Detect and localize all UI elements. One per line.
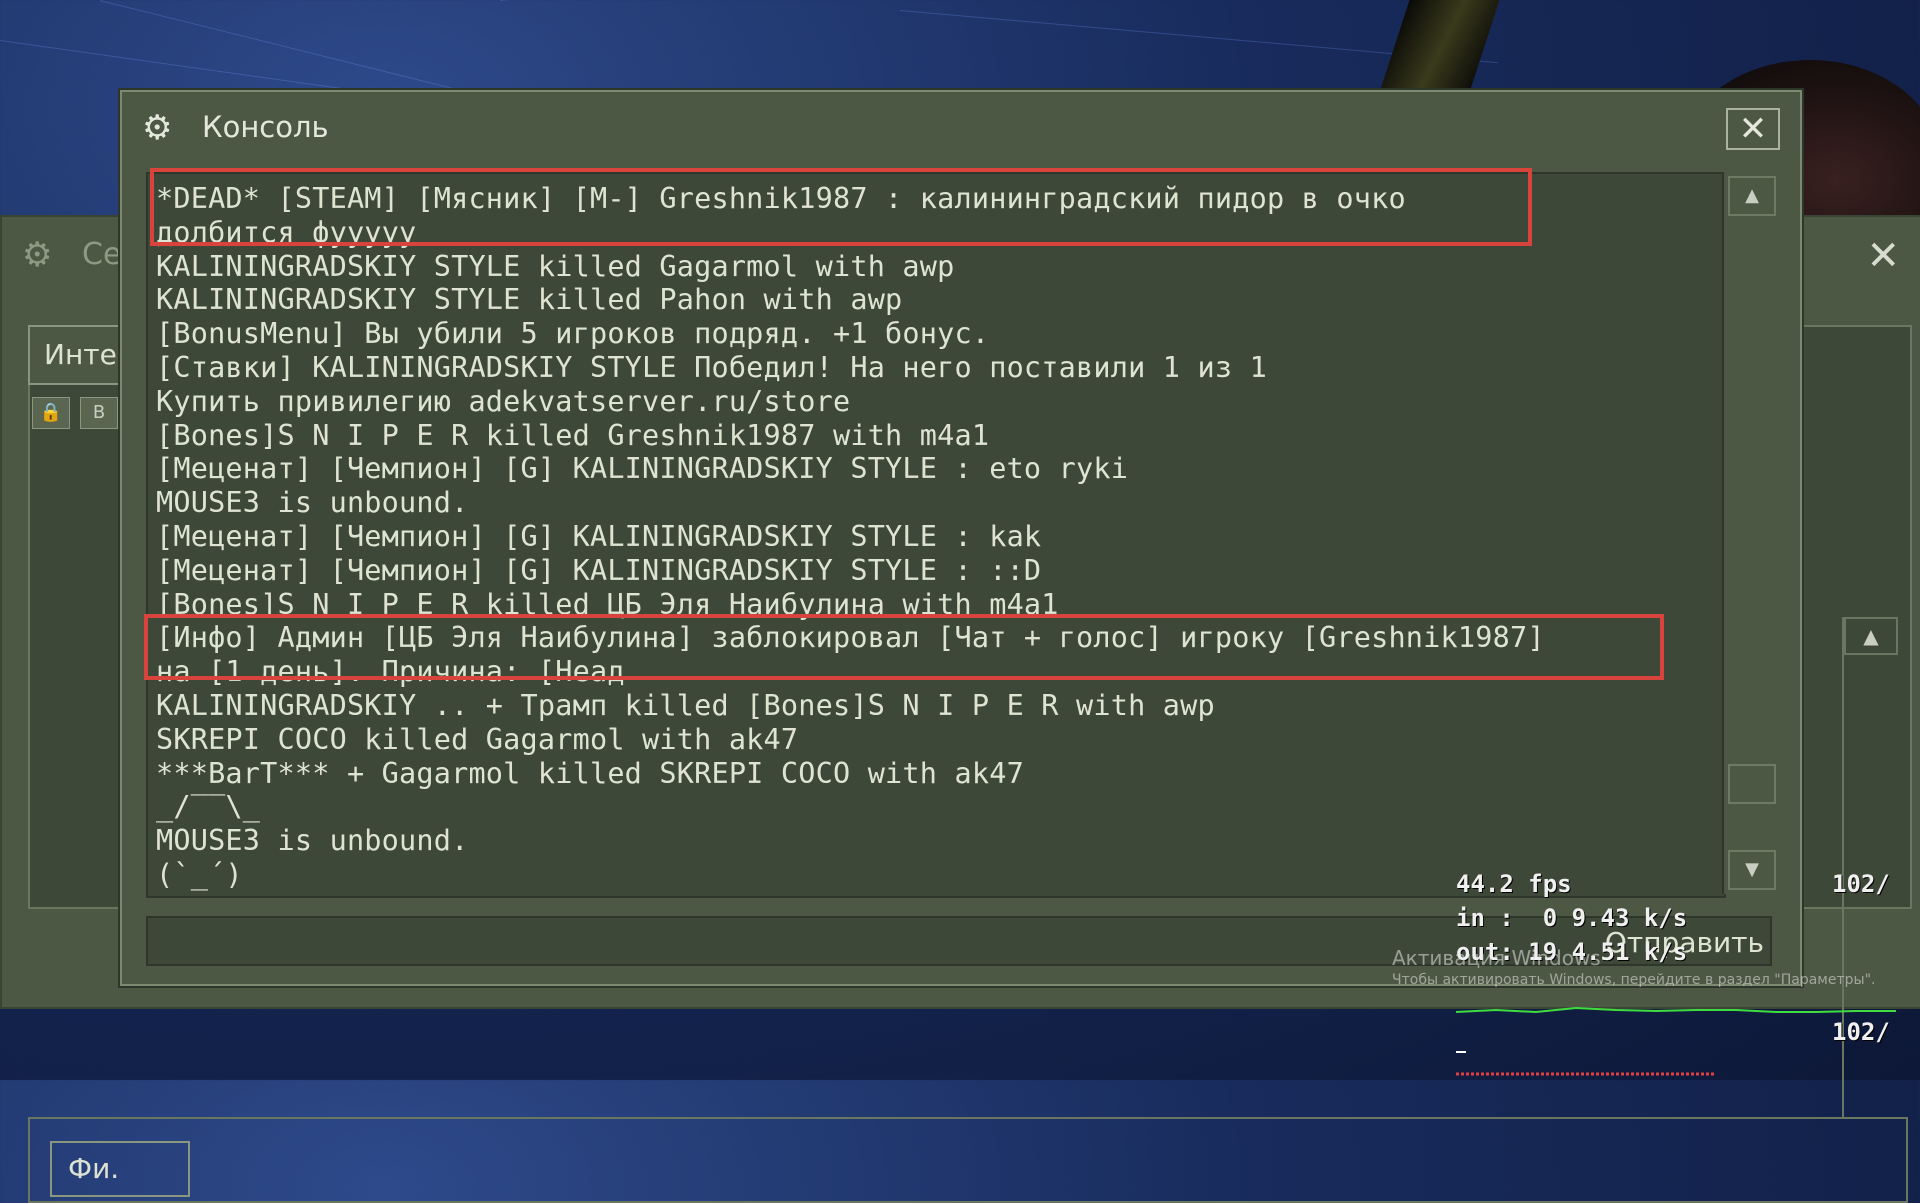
background-dialog-title: Се	[82, 237, 122, 272]
scroll-down-icon[interactable]: ▼	[1728, 850, 1776, 890]
log-line: (`_´)	[156, 857, 243, 891]
steam-icon: ⚙	[22, 235, 53, 275]
net-graph	[1456, 1006, 1896, 1076]
background-line	[500, 0, 1396, 1]
background-bottom-bar	[28, 1117, 1908, 1203]
scroll-up-icon[interactable]: ▲	[1728, 176, 1776, 216]
net-graph-line	[1456, 1006, 1896, 1014]
log-line: MOUSE3 is unbound.	[156, 486, 469, 520]
log-line: SKREPI COCO killed Gagarmol with ak47	[156, 722, 799, 756]
console-scrollbar[interactable]: ▲ ▼	[1722, 172, 1776, 894]
fps-counter: 44.2 fps	[1456, 870, 1572, 898]
log-line: MOUSE3 is unbound.	[156, 824, 469, 858]
close-icon[interactable]: ✕	[1726, 108, 1780, 150]
scroll-thumb[interactable]	[1728, 764, 1776, 804]
log-list: *DEAD* [STEAM] [Мясник] [M-] Greshnik198…	[156, 182, 1545, 896]
log-line: [Меценат] [Чемпион] [G] KALININGRADSKIY …	[156, 452, 1129, 486]
console-log[interactable]: *DEAD* [STEAM] [Мясник] [M-] Greshnik198…	[146, 172, 1726, 898]
log-line: [Ставки] KALININGRADSKIY STYLE Победил! …	[156, 350, 1267, 384]
log-line: KALININGRADSKIY .. + Трамп killed [Bones…	[156, 688, 1215, 722]
log-line: KALININGRADSKIY STYLE killed Pahon with …	[156, 283, 903, 317]
boost-icon[interactable]: B	[80, 397, 118, 429]
log-line: Купить привилегию adekvatserver.ru/store	[156, 384, 851, 418]
highlight-box	[144, 614, 1664, 680]
filter-button[interactable]: Фи.	[50, 1141, 190, 1197]
windows-activation-title: Активация Windows	[1392, 946, 1601, 970]
highlight-box	[150, 168, 1532, 246]
steam-icon: ⚙	[142, 108, 173, 148]
log-line: [Bones]S N I P E R killed Greshnik1987 w…	[156, 418, 990, 452]
log-line: ***BarT*** + Gagarmol killed SKREPI COCO…	[156, 756, 1024, 790]
log-line: [BonusMenu] Вы убили 5 игроков подряд. +…	[156, 317, 990, 351]
windows-activation-subtitle: Чтобы активировать Windows, перейдите в …	[1392, 972, 1876, 988]
net-rate-top: 102/	[1832, 870, 1890, 898]
log-line: [Меценат] [Чемпион] [G] KALININGRADSKIY …	[156, 553, 1042, 587]
background-close-icon[interactable]: ✕	[1866, 233, 1900, 279]
log-line: KALININGRADSKIY STYLE killed Gagarmol wi…	[156, 249, 955, 283]
background-scroll-up-icon[interactable]: ▲	[1844, 617, 1898, 655]
log-line: < = ‾‾ - adekvatserver.ru	[156, 892, 1545, 896]
lock-icon[interactable]: 🔒	[32, 397, 70, 429]
console-title: Консоль	[202, 110, 329, 144]
log-line: [Меценат] [Чемпион] [G] KALININGRADSKIY …	[156, 519, 1042, 553]
log-line: _/‾‾\_	[156, 790, 261, 824]
net-in-stat: in : 0 9.43 k/s	[1456, 904, 1688, 932]
